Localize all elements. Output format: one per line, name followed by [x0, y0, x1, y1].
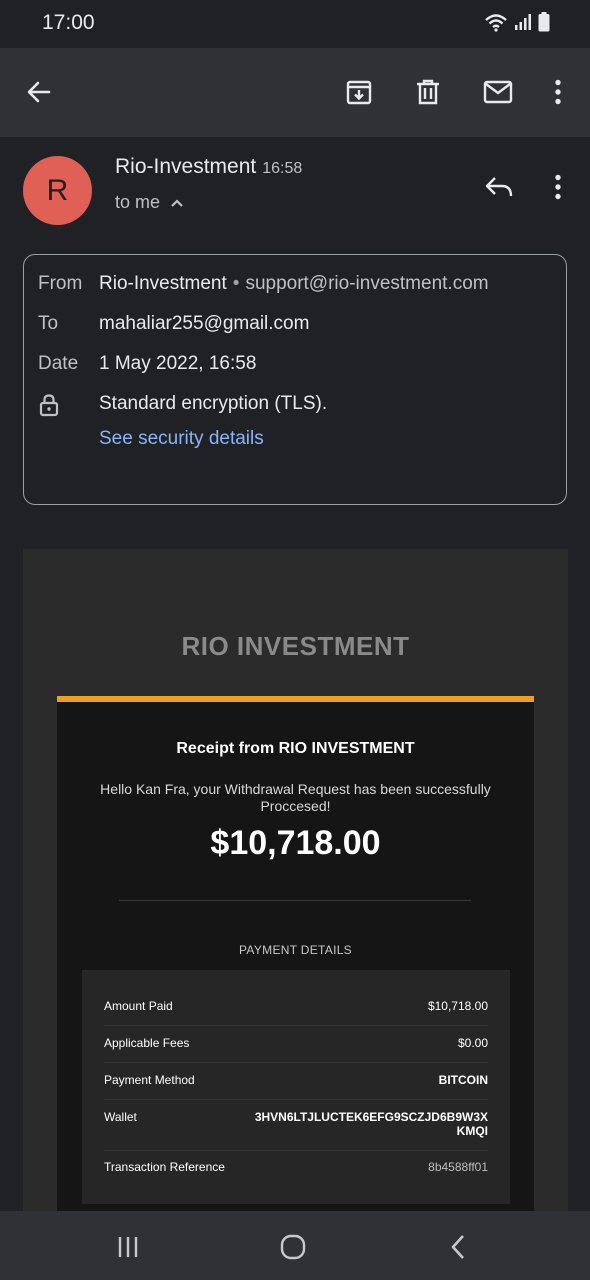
status-bar: 17:00 — [0, 0, 590, 48]
home-icon[interactable] — [275, 1229, 311, 1265]
table-row: Wallet 3HVN6LTJLUCTEK6EFG9SCZJD6B9W3X KM… — [104, 1110, 488, 1138]
row-divider — [104, 1025, 488, 1026]
brand-heading: RIO INVESTMENT — [181, 631, 410, 661]
security-details-link[interactable]: See security details — [99, 428, 264, 450]
avatar[interactable]: R — [23, 156, 92, 225]
back-icon[interactable] — [21, 74, 57, 110]
from-row: From Rio-Investment • support@rio-invest… — [38, 273, 489, 295]
row-label: Payment Method — [104, 1073, 195, 1087]
to-row: To mahaliar255@gmail.com — [38, 313, 309, 335]
from-email[interactable]: support@rio-investment.com — [245, 273, 488, 295]
row-value: BITCOIN — [438, 1073, 488, 1087]
row-value: $10,718.00 — [427, 999, 488, 1013]
receipt-title: Receipt from RIO INVESTMENT — [176, 740, 415, 757]
payment-details-table: Amount Paid $10,718.00 Applicable Fees $… — [82, 970, 510, 1204]
divider — [119, 900, 471, 901]
payment-details-title: PAYMENT DETAILS — [239, 943, 352, 957]
row-label: Applicable Fees — [104, 1036, 190, 1050]
lock-icon — [38, 393, 99, 423]
row-divider — [104, 1062, 488, 1063]
withdrawal-amount: $10,718.00 — [210, 824, 381, 862]
row-label: Amount Paid — [104, 999, 173, 1013]
recent-apps-icon[interactable] — [110, 1229, 146, 1265]
app-bar — [0, 48, 590, 137]
back-nav-icon[interactable] — [440, 1229, 476, 1265]
row-value: 8b4588ff01 — [428, 1160, 488, 1174]
delete-icon[interactable] — [410, 74, 446, 110]
message-more-icon[interactable] — [540, 169, 576, 205]
row-value: $0.00 — [457, 1036, 488, 1050]
row-label: Wallet — [104, 1110, 137, 1124]
email-header: R Rio-Investment 16:58 to me — [0, 137, 590, 247]
date-row: Date 1 May 2022, 16:58 — [38, 353, 256, 375]
wallet-line-1: 3HVN6LTJLUCTEK6EFG9SCZJD6B9W3X — [254, 1110, 488, 1124]
row-label: Transaction Reference — [104, 1160, 225, 1174]
wifi-icon — [484, 12, 508, 37]
status-time: 17:00 — [42, 11, 95, 34]
table-row: Transaction Reference 8b4588ff01 — [104, 1160, 488, 1174]
greeting-text: Hello Kan Fra, your Withdrawal Request h… — [100, 781, 491, 814]
from-separator: • — [232, 273, 240, 294]
reply-icon[interactable] — [481, 169, 517, 205]
encryption-text: Standard encryption (TLS). — [99, 393, 328, 414]
date-value: 1 May 2022, 16:58 — [99, 353, 257, 374]
recipient-toggle[interactable]: to me — [115, 192, 184, 213]
encryption-row: Standard encryption (TLS). — [38, 393, 327, 423]
wallet-line-2: KMQI — [456, 1124, 488, 1138]
row-divider — [104, 1150, 488, 1151]
wallet-value: 3HVN6LTJLUCTEK6EFG9SCZJD6B9W3X KMQI — [255, 1110, 488, 1138]
battery-icon — [538, 12, 550, 37]
receipt-card: Receipt from RIO INVESTMENT Hello Kan Fr… — [57, 696, 534, 1236]
mark-unread-icon[interactable] — [480, 74, 516, 110]
email-time: 16:58 — [262, 160, 303, 177]
date-label: Date — [38, 353, 79, 374]
system-nav-bar — [0, 1211, 590, 1280]
signal-icon — [514, 13, 532, 36]
from-name: Rio-Investment — [99, 273, 227, 294]
from-label: From — [38, 273, 83, 294]
chevron-up-icon — [170, 192, 184, 213]
table-row: Amount Paid $10,718.00 — [104, 999, 488, 1013]
to-label: To — [38, 313, 59, 334]
more-icon[interactable] — [540, 74, 576, 110]
message-details-panel: From Rio-Investment • support@rio-invest… — [23, 254, 567, 505]
archive-icon[interactable] — [341, 74, 377, 110]
recipient-summary: to me — [115, 192, 161, 212]
table-row: Applicable Fees $0.00 — [104, 1036, 488, 1050]
email-body: RIO INVESTMENT Receipt from RIO INVESTME… — [23, 549, 568, 1236]
table-row: Payment Method BITCOIN — [104, 1073, 488, 1087]
row-divider — [104, 1099, 488, 1100]
sender-name[interactable]: Rio-Investment — [115, 155, 256, 178]
to-value[interactable]: mahaliar255@gmail.com — [99, 313, 309, 335]
